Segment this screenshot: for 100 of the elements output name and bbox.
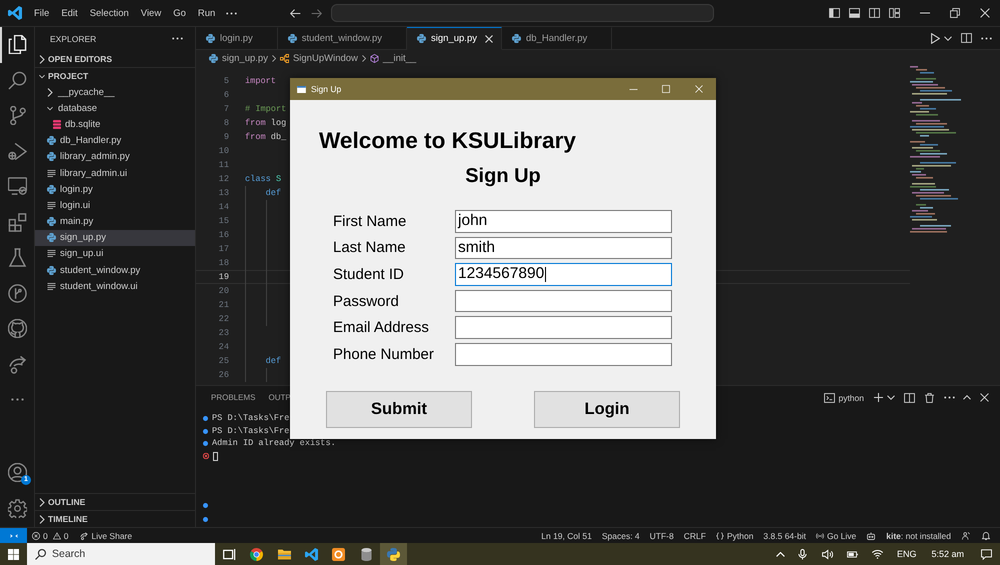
- wifi-icon[interactable]: [872, 548, 883, 560]
- file-tree-item[interactable]: main.py: [35, 214, 195, 230]
- text-field[interactable]: [455, 290, 672, 312]
- app-tile-icon: [332, 548, 346, 560]
- status-item[interactable]: UTF-8: [644, 530, 679, 540]
- file-tree-item[interactable]: library_admin.ui: [35, 164, 195, 182]
- sidebar-layout-icon[interactable]: [829, 8, 840, 18]
- file-tree-item[interactable]: db_Handler.py: [35, 132, 195, 149]
- monitor-icon: [8, 177, 26, 196]
- section-header[interactable]: OPEN EDITORS: [35, 51, 195, 67]
- dialog-button[interactable]: Login: [534, 390, 680, 428]
- close-icon[interactable]: [980, 8, 990, 18]
- status-item[interactable]: 3.8.5 64-bit: [758, 530, 811, 540]
- breadcrumb-item[interactable]: SignUpWindow: [280, 52, 358, 64]
- speaker-icon[interactable]: [822, 548, 833, 560]
- text-field[interactable]: smith: [455, 236, 672, 260]
- bell-icon[interactable]: [982, 532, 990, 540]
- battery-icon[interactable]: [846, 548, 858, 560]
- line-number: 13: [218, 188, 229, 198]
- split-layout-icon[interactable]: [869, 8, 880, 18]
- more-icon[interactable]: [944, 396, 955, 399]
- maximize-icon[interactable]: [662, 85, 670, 93]
- status-dot-icon: [203, 416, 208, 421]
- menu-item[interactable]: Selection: [84, 6, 135, 20]
- robot-icon[interactable]: [867, 532, 876, 540]
- plus-icon[interactable]: [874, 393, 883, 402]
- terminal-selector[interactable]: python: [824, 392, 864, 402]
- text-field[interactable]: [455, 342, 672, 366]
- split-editor-icon[interactable]: [961, 33, 972, 43]
- restore-icon[interactable]: [950, 8, 960, 18]
- panel-tab[interactable]: OUTP: [268, 392, 291, 402]
- editor-tab[interactable]: login.py: [196, 27, 278, 50]
- breadcrumb-item[interactable]: sign_up.py: [209, 52, 268, 64]
- file-tree-item[interactable]: student_window.ui: [35, 278, 195, 294]
- file-tree-item[interactable]: db.sqlite: [35, 116, 195, 133]
- more-icon[interactable]: [172, 37, 183, 40]
- command-center-field[interactable]: [331, 4, 714, 22]
- chevron-down-icon[interactable]: [944, 36, 952, 40]
- menu-item[interactable]: View: [134, 6, 168, 20]
- file-tree-item[interactable]: __pycache__: [35, 84, 195, 100]
- status-item[interactable]: Go Live: [810, 530, 862, 540]
- chevron-right-icon: [272, 54, 276, 62]
- start-icon[interactable]: [8, 548, 19, 560]
- menu-item[interactable]: File: [28, 6, 56, 20]
- close-icon[interactable]: [980, 393, 989, 402]
- file-tree-item[interactable]: sign_up.py: [35, 230, 195, 246]
- section-header[interactable]: OUTLINE: [35, 494, 195, 510]
- text-field[interactable]: [455, 316, 672, 339]
- python-file-icon: [206, 34, 215, 43]
- chevron-up-icon[interactable]: [963, 395, 971, 400]
- chevron-down-icon[interactable]: [887, 395, 895, 400]
- arrow-right-icon[interactable]: [311, 8, 322, 18]
- more-icon[interactable]: [226, 12, 238, 14]
- panel-tab[interactable]: PROBLEMS: [211, 392, 256, 402]
- status-item[interactable]: kite: not installed: [881, 530, 956, 540]
- taskbar-app[interactable]: [380, 543, 408, 565]
- problems-button[interactable]: 0 0: [27, 530, 76, 540]
- status-item[interactable]: Python: [710, 530, 758, 540]
- taskbar-search-field[interactable]: Search: [27, 543, 215, 565]
- line-number: 10: [218, 146, 229, 156]
- status-dot-icon: [203, 441, 208, 446]
- status-item[interactable]: Spaces: 4: [596, 530, 645, 540]
- split-terminal-icon[interactable]: [904, 392, 915, 402]
- minimize-icon[interactable]: [920, 12, 930, 14]
- file-tree-item[interactable]: login.py: [35, 181, 195, 198]
- editor-tab[interactable]: db_Handler.py: [502, 27, 612, 50]
- line-number: 11: [218, 160, 229, 170]
- file-tree-item[interactable]: library_admin.py: [35, 148, 195, 165]
- menu-item[interactable]: Run: [192, 6, 222, 20]
- code-line: def: [266, 356, 282, 366]
- file-tree-item[interactable]: sign_up.ui: [35, 246, 195, 262]
- microphone-icon[interactable]: [796, 548, 808, 560]
- menu-item[interactable]: Edit: [55, 6, 84, 20]
- file-tree-item[interactable]: login.ui: [35, 197, 195, 214]
- feedback-icon[interactable]: [962, 532, 970, 540]
- editor-tab[interactable]: sign_up.py: [407, 27, 502, 50]
- input-language[interactable]: ENG: [896, 549, 916, 559]
- section-header[interactable]: PROJECT: [35, 68, 195, 84]
- file-tree-item[interactable]: database: [35, 100, 195, 116]
- notifications-icon[interactable]: [981, 548, 992, 560]
- run-icon[interactable]: [931, 32, 940, 44]
- menu-item[interactable]: Go: [167, 6, 192, 20]
- close-icon[interactable]: [484, 34, 493, 42]
- breadcrumb-item[interactable]: __init__: [370, 52, 416, 64]
- dialog-button[interactable]: Submit: [326, 390, 472, 428]
- status-item[interactable]: CRLF: [678, 530, 711, 540]
- section-header[interactable]: TIMELINE: [35, 511, 195, 527]
- file-tree-item[interactable]: student_window.py: [35, 262, 195, 278]
- clock[interactable]: 5:52 am: [931, 549, 964, 559]
- status-item[interactable]: Live Share: [75, 530, 138, 540]
- status-item[interactable]: Ln 19, Col 51: [536, 530, 597, 540]
- arrow-left-icon[interactable]: [290, 8, 302, 18]
- panel-layout-icon[interactable]: [849, 8, 860, 18]
- text-field[interactable]: 1234567890: [455, 263, 672, 286]
- text-field[interactable]: john: [455, 210, 672, 233]
- editor-tab[interactable]: student_window.py: [278, 27, 408, 50]
- folder-icon: [278, 548, 291, 560]
- customize-layout-icon[interactable]: [889, 8, 900, 18]
- more-icon[interactable]: [981, 36, 992, 40]
- trash-icon[interactable]: [924, 392, 935, 402]
